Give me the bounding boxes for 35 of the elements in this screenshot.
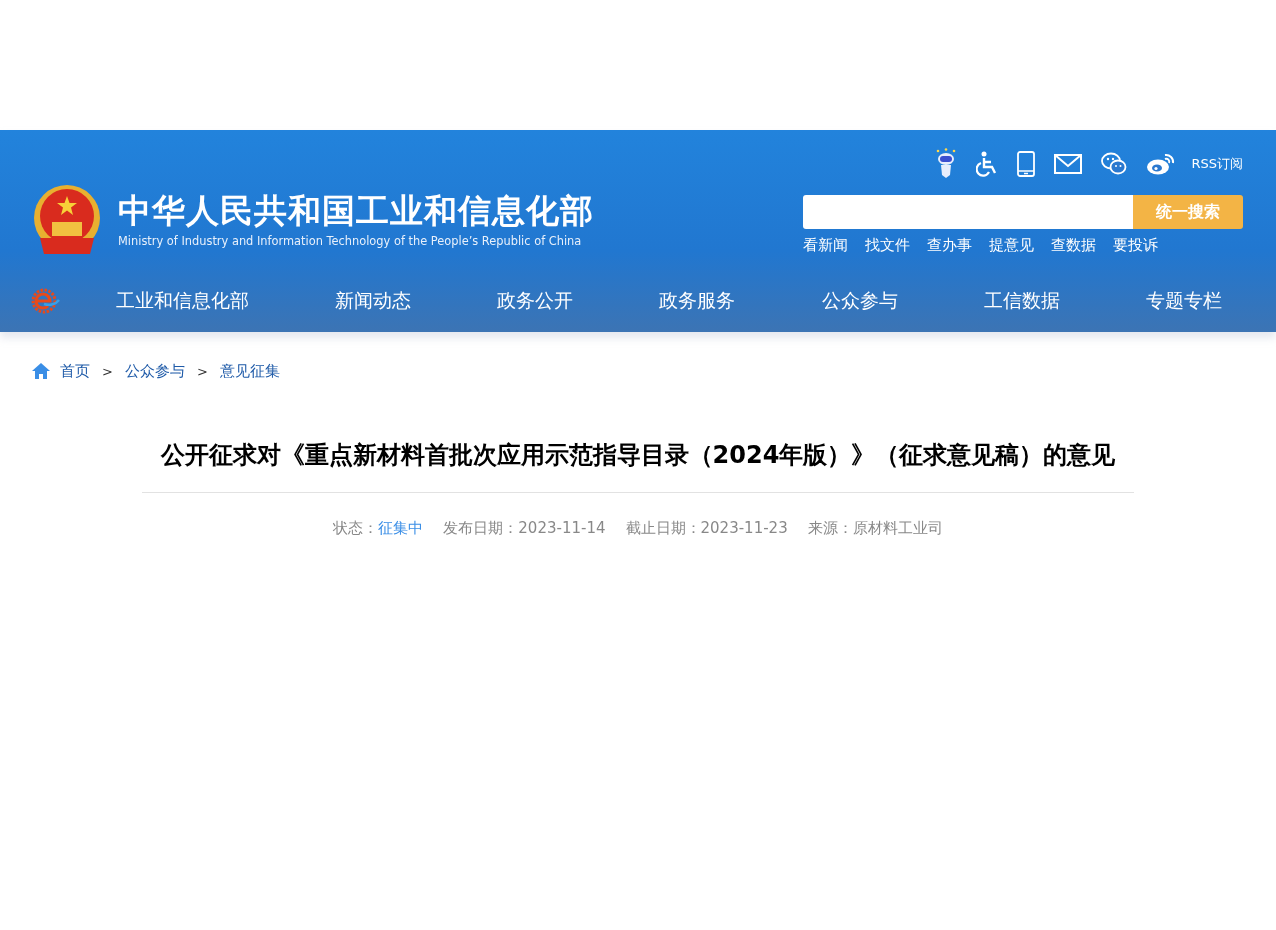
nav-item[interactable]: 政务公开 — [497, 288, 574, 314]
quick-link[interactable]: 查数据 — [1051, 236, 1096, 255]
home-icon[interactable] — [32, 363, 50, 379]
breadcrumb-link[interactable]: 公众参与 — [124, 361, 185, 381]
meta-info: 截止日期：2023-11-23 — [625, 519, 788, 538]
wechat-icon[interactable] — [1101, 152, 1128, 176]
meta-info: 发布日期：2023-11-14 — [443, 519, 606, 538]
breadcrumb-separator: > — [196, 363, 208, 379]
nav-item[interactable]: 政务服务 — [659, 288, 736, 314]
mobile-phone-icon[interactable] — [1017, 151, 1036, 177]
meta-info: 状态：征集中 — [333, 519, 424, 538]
site-title: 中华人民共和国工业和信息化部 — [118, 192, 594, 230]
wheelchair-icon[interactable] — [976, 151, 999, 177]
quick-link[interactable]: 找文件 — [865, 236, 910, 255]
quick-link[interactable]: 查办事 — [927, 236, 972, 255]
quick-link[interactable]: 看新闻 — [803, 236, 848, 255]
weibo-icon[interactable] — [1146, 152, 1177, 176]
nav-item[interactable]: 新闻动态 — [335, 288, 412, 314]
national-emblem-logo[interactable] — [32, 184, 102, 256]
breadcrumb-separator: > — [102, 363, 113, 379]
search-field[interactable] — [803, 195, 1133, 229]
breadcrumb-link[interactable]: 首页 — [60, 361, 90, 381]
nav-item[interactable]: 工信数据 — [983, 288, 1060, 314]
robot-icon[interactable] — [935, 148, 958, 180]
quick-link[interactable]: 要投诉 — [1113, 236, 1158, 255]
nav-item[interactable]: 工业和信息化部 — [116, 288, 249, 314]
site-subtitle: Ministry of Industry and Information Technology of the People’s Republic of China — [118, 234, 583, 248]
article-title: 公开征求对《重点新材料首批次应用示范指导目录（2024年版）》（征求意见稿）的意见 — [142, 435, 1134, 493]
nav-item[interactable]: 公众参与 — [821, 288, 898, 314]
meta-info: 来源：原材料工业司 — [807, 519, 943, 538]
breadcrumb-link[interactable]: 意见征集 — [219, 361, 280, 381]
nav-item[interactable]: 专题专栏 — [1145, 288, 1222, 314]
rss-link[interactable]: RSS订阅 — [1191, 155, 1243, 173]
quick-link[interactable]: 提意见 — [989, 236, 1034, 255]
mail-icon[interactable] — [1054, 154, 1083, 174]
